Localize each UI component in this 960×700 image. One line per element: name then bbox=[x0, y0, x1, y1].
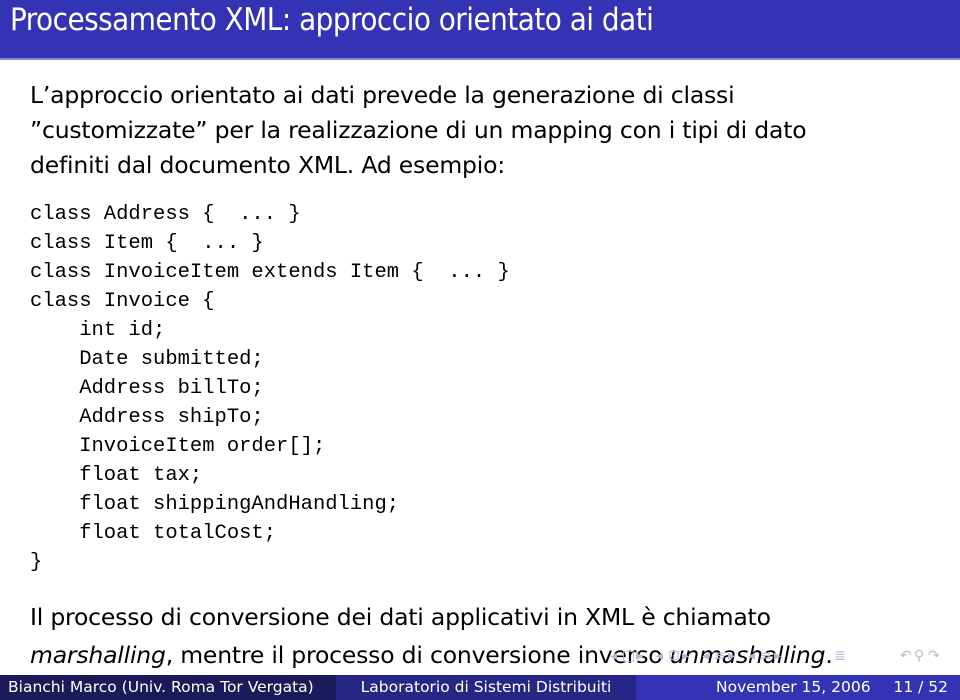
subsection-next-icon[interactable]: ▸ bbox=[682, 648, 689, 664]
section-icon[interactable]: ≡ bbox=[714, 648, 726, 664]
intro-line: L’approccio orientato ai dati prevede la… bbox=[30, 81, 735, 109]
code-line: int id; bbox=[30, 319, 166, 342]
section-next-icon[interactable]: ▸ bbox=[728, 648, 735, 664]
footer-author-cell: Bianchi Marco (Univ. Roma Tor Vergata) bbox=[0, 675, 336, 700]
forward-icon[interactable]: ↷ bbox=[928, 648, 940, 664]
intro-paragraph: L’approccio orientato ai dati prevede la… bbox=[30, 78, 807, 183]
footer-author: Bianchi Marco (Univ. Roma Tor Vergata) bbox=[8, 678, 314, 696]
frame-icon[interactable]: □ bbox=[622, 648, 635, 664]
footer-page-number: 11 / 52 bbox=[893, 678, 948, 696]
code-line: class InvoiceItem extends Item { ... } bbox=[30, 261, 510, 284]
code-line: } bbox=[30, 551, 43, 574]
slide-title: Processamento XML: approccio orientato a… bbox=[10, 2, 654, 38]
doc-next-icon[interactable]: ▸ bbox=[774, 648, 781, 664]
frame-prev-icon[interactable]: ◂ bbox=[610, 648, 617, 664]
doc-prev-icon[interactable]: ◂ bbox=[748, 648, 755, 664]
doc-icon[interactable]: ≡ bbox=[760, 648, 772, 664]
code-line: class Address { ... } bbox=[30, 203, 301, 226]
frame-next-icon[interactable]: ▸ bbox=[636, 648, 643, 664]
code-line: InvoiceItem order[]; bbox=[30, 435, 326, 458]
slide-footer: Bianchi Marco (Univ. Roma Tor Vergata) L… bbox=[0, 675, 960, 700]
code-line: class Item { ... } bbox=[30, 232, 264, 255]
term-marshalling: marshalling bbox=[30, 641, 166, 669]
search-icon[interactable]: ⚲ bbox=[914, 648, 924, 664]
code-line: float tax; bbox=[30, 464, 203, 487]
subsection-prev-icon[interactable]: ◂ bbox=[656, 648, 663, 664]
footer-date: November 15, 2006 bbox=[716, 678, 871, 696]
conclusion-line: Il processo di conversione dei dati appl… bbox=[30, 603, 771, 631]
code-line: Address billTo; bbox=[30, 377, 264, 400]
slide-header: Processamento XML: approccio orientato a… bbox=[0, 0, 960, 58]
code-block: class Address { ... } class Item { ... } c… bbox=[30, 200, 510, 577]
footer-course: Laboratorio di Sistemi Distribuiti bbox=[360, 678, 612, 696]
code-line: float shippingAndHandling; bbox=[30, 493, 400, 516]
header-divider bbox=[0, 58, 960, 60]
code-line: float totalCost; bbox=[30, 522, 277, 545]
footer-course-cell: Laboratorio di Sistemi Distribuiti bbox=[336, 675, 636, 700]
back-icon[interactable]: ↶ bbox=[900, 648, 912, 664]
code-line: Date submitted; bbox=[30, 348, 264, 371]
code-line: class Invoice { bbox=[30, 290, 215, 313]
section-prev-icon[interactable]: ◂ bbox=[702, 648, 709, 664]
subsection-icon[interactable]: ⊡ bbox=[668, 648, 680, 664]
beamer-navigation: ◂ □ ▸ ◂ ⊡ ▸ ◂ ≡ ▸ ◂ ≡ ▸ ≣ ↶ ⚲ ↷ bbox=[610, 648, 960, 672]
footer-date-cell: November 15, 2006 11 / 52 bbox=[636, 675, 960, 700]
intro-line: ”customizzate” per la realizzazione di u… bbox=[30, 116, 807, 144]
code-line: Address shipTo; bbox=[30, 406, 264, 429]
intro-line: definiti dal documento XML. Ad esempio: bbox=[30, 151, 505, 179]
align-icon[interactable]: ≣ bbox=[834, 648, 846, 664]
